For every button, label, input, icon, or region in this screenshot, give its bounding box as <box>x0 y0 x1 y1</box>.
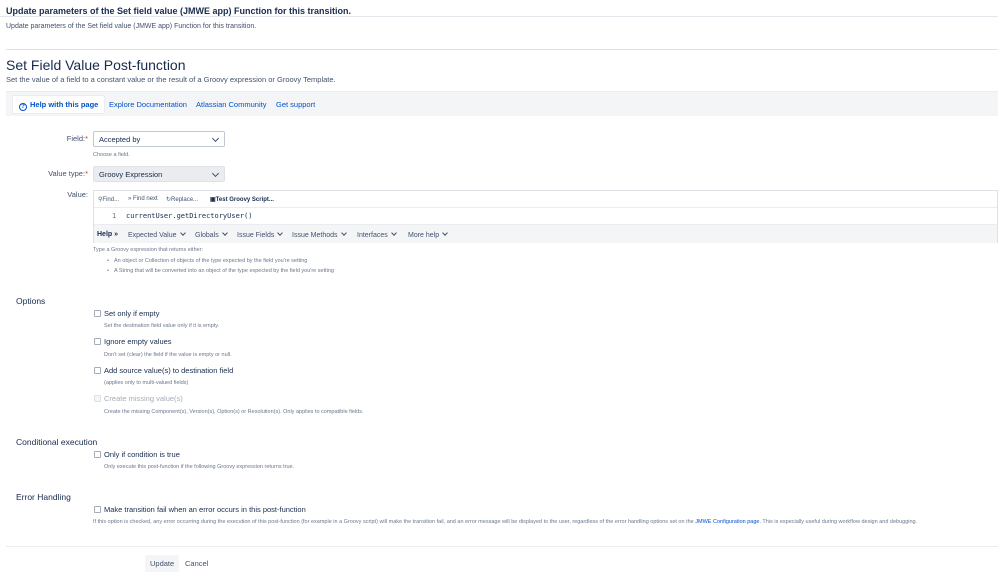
question-icon: ? <box>19 103 27 111</box>
fail-on-error-label: Make transition fail when an error occur… <box>104 505 306 514</box>
add-source-values-hint: (applies only to multi-valued fields) <box>104 380 189 386</box>
dialog-subtitle: Update parameters of the Set field value… <box>6 23 257 30</box>
chevron-down-icon <box>442 230 448 236</box>
options-heading: Options <box>16 296 46 306</box>
ignore-empty-values-hint: Don't set (clear) the field if the value… <box>104 352 232 358</box>
add-source-values-label: Add source value(s) to destination field <box>104 366 234 375</box>
help-with-page-tab[interactable]: ? Help with this page <box>12 95 106 114</box>
help-with-page-label: Help with this page <box>30 100 99 109</box>
get-support-link[interactable]: Get support <box>276 100 315 109</box>
test-label: Test Groovy Script... <box>215 197 274 203</box>
value-type-select-value: Groovy Expression <box>99 170 163 179</box>
cancel-button[interactable]: Cancel <box>185 559 208 568</box>
code-area[interactable]: 1 currentUser.getDirectoryUser() <box>94 208 997 223</box>
find-button[interactable]: ⚲Find... <box>98 196 119 203</box>
only-if-condition-hint: Only execute this post-function if the f… <box>104 464 295 470</box>
help-menu-title: Help » <box>97 231 119 238</box>
globals-menu[interactable]: Globals <box>195 230 228 239</box>
test-groovy-script-button[interactable]: ▣Test Groovy Script... <box>210 196 274 203</box>
chevron-down-icon <box>179 230 186 236</box>
issue-methods-menu[interactable]: Issue Methods <box>292 230 347 239</box>
add-source-values-checkbox[interactable] <box>94 367 101 374</box>
find-next-label: Find next <box>133 196 158 202</box>
conditional-execution-heading: Conditional execution <box>16 437 98 447</box>
field-label: Field:* <box>66 134 88 143</box>
explore-documentation-link[interactable]: Explore Documentation <box>109 100 187 109</box>
groovy-editor: ⚲Find... » Find next ↻Replace... ▣Test G… <box>93 190 998 243</box>
page-title: Set Field Value Post-function <box>6 57 186 73</box>
value-type-select[interactable]: Groovy Expression <box>93 166 225 182</box>
interfaces-menu[interactable]: Interfaces <box>357 230 397 239</box>
replace-button[interactable]: ↻Replace... <box>166 196 198 203</box>
fail-on-error-checkbox[interactable] <box>94 506 101 513</box>
jmwe-configuration-link[interactable]: JMWE Configuration page <box>695 519 759 525</box>
chevron-down-icon <box>211 134 220 143</box>
footer-divider <box>6 546 998 547</box>
atlassian-community-link[interactable]: Atlassian Community <box>196 100 266 109</box>
chevron-down-icon <box>221 230 228 236</box>
find-next-icon: » <box>128 196 132 202</box>
update-button[interactable]: Update <box>145 555 180 572</box>
dialog-title: Update parameters of the Set field value… <box>6 6 352 16</box>
find-label: Find... <box>102 197 120 203</box>
ignore-empty-values-checkbox[interactable] <box>94 338 101 345</box>
code-line[interactable]: currentUser.getDirectoryUser() <box>126 212 252 220</box>
chevron-down-icon <box>277 230 284 236</box>
value-hint: Type a Groovy expression that returns ei… <box>93 247 204 253</box>
header-divider <box>0 16 998 17</box>
set-only-if-empty-checkbox[interactable] <box>94 310 101 317</box>
value-label: Value: <box>67 190 88 199</box>
editor-toolbar: ⚲Find... » Find next ↻Replace... ▣Test G… <box>94 191 997 208</box>
double-chevron-icon: » <box>114 231 119 238</box>
ignore-empty-values-label: Ignore empty values <box>104 337 172 346</box>
more-help-menu[interactable]: More help <box>408 230 448 239</box>
field-select-value: Accepted by <box>99 135 141 144</box>
chevron-down-icon <box>390 230 397 236</box>
field-select[interactable]: Accepted by <box>93 131 225 147</box>
replace-label: Replace... <box>171 197 199 203</box>
only-if-condition-label: Only if condition is true <box>104 450 180 459</box>
value-hint-bullet: A String that will be converted into an … <box>107 268 334 274</box>
line-number: 1 <box>112 212 117 220</box>
create-missing-values-checkbox <box>94 395 101 402</box>
set-only-if-empty-label: Set only if empty <box>104 309 160 318</box>
set-only-if-empty-hint: Set the destination field value only if … <box>104 323 220 329</box>
value-hint-bullet: An object or Collection of objects of th… <box>107 258 307 264</box>
only-if-condition-checkbox[interactable] <box>94 451 101 458</box>
chevron-down-icon <box>340 230 347 236</box>
create-missing-values-hint: Create the missing Component(s), Version… <box>104 409 364 415</box>
create-missing-values-label: Create missing value(s) <box>104 394 183 403</box>
field-hint: Choose a field. <box>93 152 130 158</box>
section-divider <box>6 49 998 50</box>
error-handling-heading: Error Handling <box>16 492 71 502</box>
help-bar: ? Help with this page Explore Documentati… <box>6 91 998 116</box>
page-description: Set the value of a field to a constant v… <box>6 75 336 84</box>
fail-on-error-hint: If this option is checked, any error occ… <box>93 519 918 525</box>
issue-fields-menu[interactable]: Issue Fields <box>237 230 284 239</box>
expected-value-menu[interactable]: Expected Value <box>128 230 186 239</box>
value-type-label: Value type:* <box>48 169 88 178</box>
find-next-button[interactable]: » Find next <box>128 196 158 202</box>
chevron-down-icon <box>211 169 220 178</box>
editor-help-menu: Help » Expected Value Globals Issue Fiel… <box>94 224 997 243</box>
